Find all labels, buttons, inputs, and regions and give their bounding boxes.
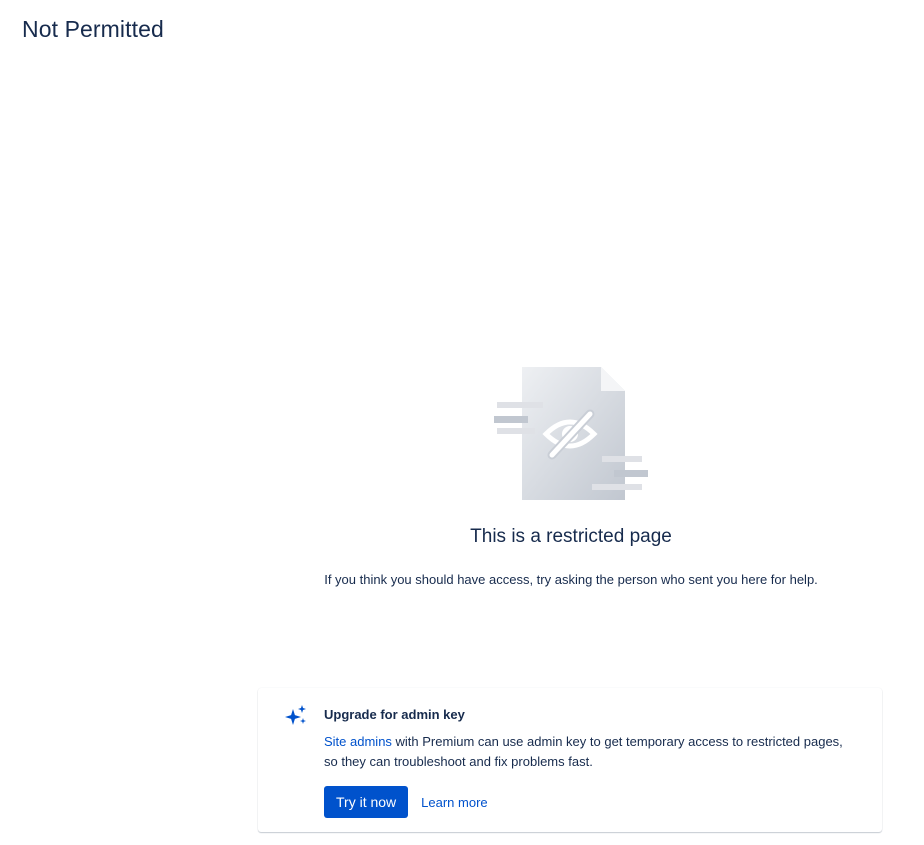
restricted-document-eye-slash-icon [494,367,648,500]
restricted-heading: This is a restricted page [470,526,672,547]
upgrade-card-title: Upgrade for admin key [324,707,465,722]
upgrade-card-body: Site admins with Premium can use admin k… [324,732,844,772]
learn-more-link[interactable]: Learn more [421,795,487,810]
sparkle-icon [285,705,306,725]
upgrade-card-actions: Try it now Learn more [324,786,488,818]
upgrade-card: Upgrade for admin key Site admins with P… [258,688,882,832]
upgrade-card-body-text: with Premium can use admin key to get te… [324,734,843,769]
restricted-description: If you think you should have access, try… [324,572,818,587]
try-it-now-button[interactable]: Try it now [324,786,409,818]
page-title: Not Permitted [22,16,164,42]
page: Not Permitted This is a restricted page … [0,0,924,845]
site-admins-link[interactable]: Site admins [324,734,392,749]
